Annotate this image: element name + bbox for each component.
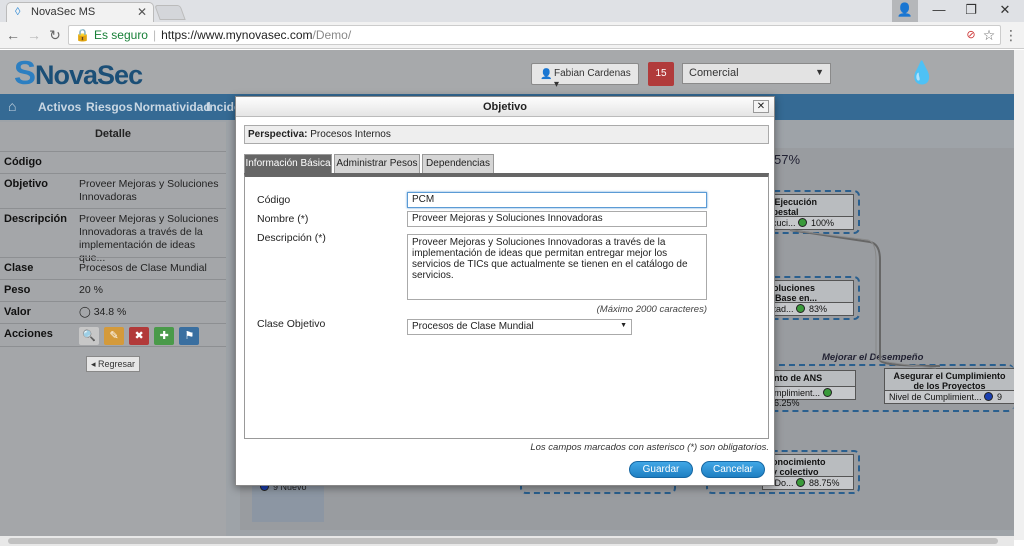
- brand-drop-icon: 💧: [908, 60, 936, 85]
- gauge-icon: ◯: [79, 306, 91, 318]
- clase-select[interactable]: Procesos de Clase Mundial ▼: [407, 319, 632, 335]
- company-select[interactable]: Comercial ▼: [682, 63, 831, 84]
- clase-label: Clase Objetivo: [257, 318, 326, 330]
- novasec-logo: SNovaSec: [14, 54, 143, 91]
- home-icon[interactable]: ⌂: [8, 98, 16, 114]
- nav-item-riesgos[interactable]: Riesgos: [86, 100, 133, 114]
- detail-row-codigo: Código: [0, 151, 226, 173]
- url-path: /Demo/: [312, 28, 352, 42]
- status-dot-icon: [822, 388, 832, 397]
- detail-row-clase: Clase Procesos de Clase Mundial: [0, 257, 226, 279]
- url-host: https://www.mynovasec.com: [161, 28, 313, 42]
- chevron-down-icon: ▼: [620, 322, 627, 329]
- forward-icon[interactable]: →: [25, 26, 43, 44]
- chevron-down-icon: ▼: [815, 67, 824, 77]
- bookmark-star-icon[interactable]: ☆: [980, 26, 998, 44]
- descripcion-textarea[interactable]: Proveer Mejoras y Soluciones Innovadoras…: [407, 234, 707, 300]
- back-icon[interactable]: ←: [4, 26, 22, 44]
- detail-row-valor: Valor ◯ 34.8 %: [0, 301, 226, 323]
- url-input[interactable]: 🔒 Es seguro | https://www.mynovasec.com/Dem…: [68, 25, 1001, 45]
- cancel-button[interactable]: Cancelar: [701, 461, 765, 478]
- favicon-icon: ◊: [15, 6, 21, 18]
- save-button[interactable]: Guardar: [629, 461, 693, 478]
- close-window-icon[interactable]: ✕: [988, 0, 1022, 22]
- edit-icon[interactable]: ✎: [104, 327, 125, 345]
- node-proyectos[interactable]: Asegurar el Cumplimiento de los Proyecto…: [884, 368, 1014, 404]
- lock-icon: 🔒: [75, 28, 90, 42]
- notifications-badge[interactable]: 15: [648, 62, 674, 86]
- objetivo-dialog: Objetivo ✕ Perspectiva: Procesos Interno…: [235, 96, 775, 486]
- tab-title: NovaSec MS: [31, 6, 96, 18]
- security-label: Es seguro: [93, 28, 148, 42]
- extension-icon[interactable]: ⊘: [962, 26, 980, 44]
- tab-informacion-basica[interactable]: Información Básica: [244, 154, 332, 173]
- node-conocimiento[interactable]: conocimiento l y colectivo e Do... 88.75…: [762, 454, 854, 490]
- detail-row-acciones: Acciones 🔍 ✎ ✖ ✚ ⚑: [0, 323, 226, 347]
- required-note: Los campos marcados con asterisco (*) so…: [530, 442, 769, 453]
- nombre-input[interactable]: Proveer Mejoras y Soluciones Innovadoras: [407, 211, 707, 227]
- company-value: Comercial: [689, 67, 739, 79]
- user-name: Fabian Cardenas: [554, 68, 631, 79]
- vertical-scrollbar[interactable]: [1014, 50, 1024, 540]
- node-ans[interactable]: ento de ANS umplimient... 96.25%: [764, 370, 856, 408]
- tab-administrar-pesos[interactable]: Administrar Pesos: [334, 154, 420, 173]
- search-icon[interactable]: 🔍: [79, 327, 99, 345]
- add-icon[interactable]: ✚: [154, 327, 175, 345]
- clase-value: Procesos de Clase Mundial: [412, 321, 534, 332]
- browser-tab[interactable]: ◊ NovaSec MS ✕: [6, 2, 154, 22]
- horizontal-scrollbar[interactable]: [0, 536, 1014, 546]
- profile-icon[interactable]: 👤: [892, 0, 918, 22]
- back-button[interactable]: ◂ Regresar: [86, 356, 140, 372]
- minimize-icon[interactable]: —: [922, 0, 956, 22]
- perspective-bar: Perspectiva: Procesos Internos: [244, 125, 769, 144]
- detail-title: Detalle: [94, 128, 132, 140]
- tab-panel: Código PCM Nombre (*) Proveer Mejoras y …: [244, 173, 769, 439]
- nombre-label: Nombre (*): [257, 213, 309, 225]
- reload-icon[interactable]: ↻: [46, 26, 64, 44]
- descripcion-label: Descripción (*): [257, 232, 326, 244]
- app-header: [0, 50, 1014, 94]
- new-tab-button[interactable]: [154, 5, 186, 20]
- dialog-title: Objetivo: [236, 97, 774, 117]
- status-dot-icon: [984, 392, 994, 401]
- codigo-input[interactable]: PCM: [407, 192, 707, 208]
- max-chars-hint: (Máximo 2000 caracteres): [596, 304, 707, 315]
- status-dot-icon: [796, 478, 806, 487]
- restore-icon[interactable]: ❐: [954, 0, 988, 22]
- detail-row-objetivo: Objetivo Proveer Mejoras y Soluciones Inn…: [0, 173, 226, 208]
- close-icon[interactable]: ✕: [753, 100, 769, 113]
- connector-lines: [789, 229, 941, 369]
- nav-item-normatividad[interactable]: Normatividad: [134, 100, 211, 114]
- user-icon: 👤: [540, 69, 553, 80]
- flag-icon[interactable]: ⚑: [179, 327, 200, 345]
- tab-dependencias[interactable]: Dependencias: [422, 154, 494, 173]
- address-bar-row: ← → ↻ 🔒 Es seguro | https://www.mynovasec.c…: [0, 22, 1024, 49]
- user-menu[interactable]: 👤 Fabian Cardenas ▾: [531, 63, 639, 90]
- delete-icon[interactable]: ✖: [129, 327, 150, 345]
- nav-item-activos[interactable]: Activos: [38, 100, 81, 114]
- codigo-label: Código: [257, 194, 291, 206]
- menu-icon[interactable]: ⋮: [1002, 26, 1020, 44]
- detail-row-descripcion: Descripción Proveer Mejoras y Soluciones …: [0, 208, 226, 264]
- close-tab-icon[interactable]: ✕: [137, 5, 147, 19]
- detail-row-peso: Peso 20 %: [0, 279, 226, 301]
- percent-label: 57%: [774, 152, 801, 167]
